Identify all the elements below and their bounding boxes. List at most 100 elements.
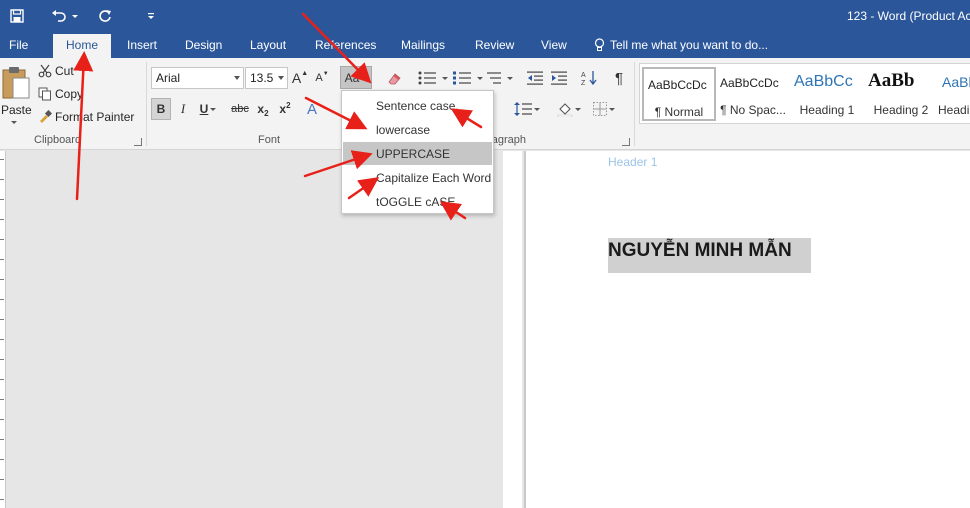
font-family-dropdown-icon[interactable] <box>234 76 240 80</box>
style-name-label: Heading 2 <box>873 103 929 117</box>
word-window: 123 - Word (Product Ac File Home Insert … <box>0 0 970 508</box>
tab-mailings[interactable]: Mailings <box>401 38 445 52</box>
lightbulb-icon <box>594 38 605 51</box>
cut-button[interactable]: Cut <box>38 64 74 78</box>
style-name-label: ¶ Normal <box>654 105 704 119</box>
menu-item-capitalize-each-word[interactable]: Capitalize Each Word <box>343 166 492 189</box>
menu-item-lowercase[interactable]: lowercase <box>343 118 492 141</box>
redo-icon[interactable] <box>95 0 115 32</box>
pilcrow-icon: ¶ <box>614 69 624 87</box>
document-page[interactable] <box>526 151 970 508</box>
menu-item-sentence-case[interactable]: Sentence case. <box>343 94 492 117</box>
tab-review[interactable]: Review <box>475 38 514 52</box>
vertical-ruler <box>0 151 6 508</box>
menu-item-uppercase[interactable]: UPPERCASE <box>343 142 492 165</box>
bold-button[interactable]: B <box>151 98 171 120</box>
eraser-icon <box>388 73 401 85</box>
page-header-text[interactable]: Header 1 <box>608 155 657 169</box>
superscript-mark: 2 <box>286 100 291 110</box>
underline-glyph: U <box>199 102 209 116</box>
tab-layout[interactable]: Layout <box>250 38 286 52</box>
change-case-dropdown-icon <box>361 76 368 79</box>
multilevel-list-button[interactable] <box>486 68 514 88</box>
subscript-button[interactable]: x2 <box>254 98 272 120</box>
font-size-dropdown-icon[interactable] <box>278 76 284 80</box>
clipboard-group-label: Clipboard <box>34 134 82 146</box>
save-icon[interactable] <box>6 0 28 32</box>
shading-dropdown-icon <box>575 107 581 111</box>
tab-references[interactable]: References <box>315 38 376 52</box>
bullets-icon <box>418 71 436 85</box>
increase-indent-button[interactable] <box>548 68 570 88</box>
ribbon-tab-bar: File Home Insert Design Layout Reference… <box>0 32 970 58</box>
menu-item-toggle-case[interactable]: tOGGLE cASE <box>343 190 492 213</box>
style-heading-2[interactable]: AaBb Heading 2 <box>864 67 938 121</box>
increase-indent-icon <box>551 71 567 85</box>
clipboard-launcher-icon[interactable] <box>134 138 142 146</box>
scissors-icon <box>38 64 52 78</box>
style-sample-text: AaBbCcDc <box>648 78 707 92</box>
customize-qat-icon[interactable] <box>144 0 158 32</box>
borders-button[interactable] <box>589 99 619 119</box>
shading-button[interactable] <box>554 99 584 119</box>
shrink-font-glyph: A <box>315 72 323 84</box>
style-sample-text: AaBb <box>868 70 915 91</box>
borders-dropdown-icon <box>609 107 615 111</box>
numbering-button[interactable] <box>451 68 485 88</box>
styles-gallery: AaBbCcDc ¶ Normal AaBbCcDc ¶ No Spac... … <box>639 63 970 124</box>
line-spacing-icon <box>514 102 532 116</box>
font-size-box[interactable]: 13.5 <box>245 67 288 89</box>
undo-icon[interactable] <box>48 0 70 32</box>
copy-button[interactable]: Copy <box>38 87 83 101</box>
clear-formatting-button[interactable] <box>384 67 404 89</box>
style-sample-text: AaBbCc <box>794 73 853 90</box>
line-spacing-button[interactable] <box>512 99 542 119</box>
subscript-mark: 2 <box>264 108 269 118</box>
tab-design[interactable]: Design <box>185 38 222 52</box>
tab-file[interactable]: File <box>9 38 28 52</box>
style-name-label: ¶ No Spac... <box>720 103 786 117</box>
tell-me-box[interactable]: Tell me what you want to do... <box>594 38 768 52</box>
style-heading-3[interactable]: AaBb Headi <box>938 67 970 121</box>
superscript-button[interactable]: x2 <box>276 98 294 120</box>
style-heading-1[interactable]: AaBbCc Heading 1 <box>790 67 864 121</box>
svg-text:A: A <box>581 72 586 79</box>
sort-icon: AZ <box>581 71 597 86</box>
copy-label: Copy <box>55 87 84 101</box>
subscript-glyph: x <box>257 102 265 116</box>
grow-font-button[interactable]: A ▲ <box>291 68 309 88</box>
style-sample-text: AaBb <box>942 74 970 90</box>
cut-label: Cut <box>55 64 74 78</box>
style-name-label: Heading 1 <box>799 103 855 117</box>
decrease-indent-button[interactable] <box>524 68 546 88</box>
show-hide-marks-button[interactable]: ¶ <box>609 68 629 88</box>
style-normal[interactable]: AaBbCcDc ¶ Normal <box>642 67 716 121</box>
format-painter-label: Format Painter <box>55 110 135 124</box>
font-family-box[interactable]: Arial <box>151 67 244 89</box>
tab-home[interactable]: Home <box>53 34 111 58</box>
paint-bucket-icon <box>557 103 573 117</box>
paragraph-launcher-icon[interactable] <box>622 138 630 146</box>
font-family-value: Arial <box>156 71 181 85</box>
format-painter-button[interactable]: Format Painter <box>38 110 134 124</box>
style-no-spacing[interactable]: AaBbCcDc ¶ No Spac... <box>716 67 790 121</box>
text-effects-button[interactable]: A <box>303 98 321 120</box>
tab-view[interactable]: View <box>541 38 567 52</box>
superscript-glyph: x <box>279 102 287 116</box>
shrink-font-button[interactable]: A ▼ <box>313 68 331 88</box>
paste-button[interactable]: Paste <box>0 62 32 126</box>
undo-dropdown-icon[interactable] <box>71 0 79 32</box>
tab-insert[interactable]: Insert <box>127 38 157 52</box>
paste-label: Paste <box>1 103 32 117</box>
sort-button[interactable]: AZ <box>578 68 600 88</box>
bullets-button[interactable] <box>416 68 450 88</box>
style-sample-text: AaBbCcDc <box>720 76 779 90</box>
italic-button[interactable]: I <box>174 98 192 120</box>
underline-button[interactable]: U <box>196 98 220 120</box>
selected-heading-text[interactable]: NGUYỄN MINH MẪN <box>608 238 811 273</box>
numbering-dropdown-icon <box>477 76 483 80</box>
change-case-button[interactable]: Aa <box>340 66 372 89</box>
strikethrough-button[interactable]: abc <box>229 98 251 120</box>
group-separator <box>146 62 147 146</box>
multilevel-list-icon <box>487 72 501 84</box>
